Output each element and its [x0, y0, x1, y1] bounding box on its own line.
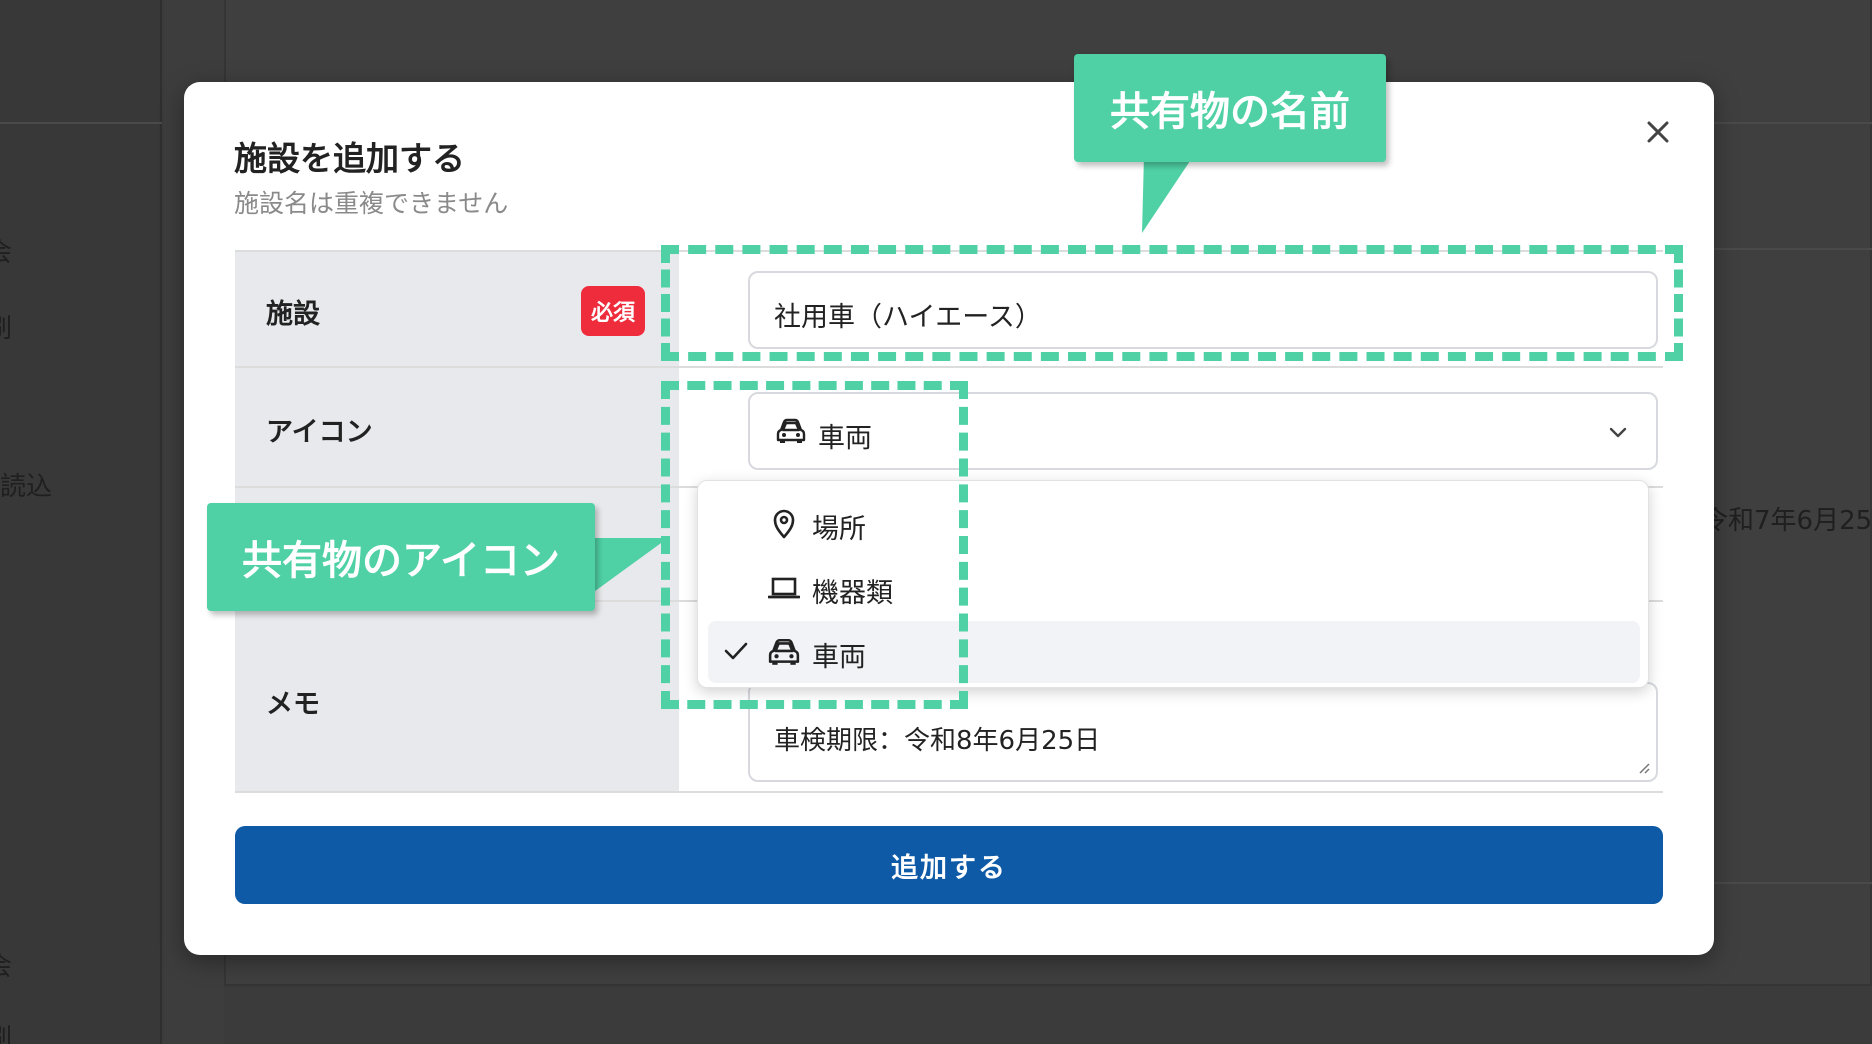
name-callout: 共有物の名前: [1074, 54, 1386, 162]
icon-label: アイコン: [266, 417, 373, 448]
background-sidebar-text: 刷: [0, 308, 12, 345]
background-divider: [0, 122, 162, 124]
chevron-down-icon: [1609, 427, 1627, 438]
name-highlight-box: [661, 245, 1683, 361]
close-icon: [1647, 121, 1669, 143]
memo-label: メモ: [266, 689, 320, 720]
background-sidebar-text: ロ読込: [0, 472, 53, 502]
resize-handle-icon[interactable]: [1636, 760, 1650, 774]
background-sidebar-text: 会: [0, 232, 12, 269]
background-sidebar-text: 会: [0, 946, 12, 983]
close-button[interactable]: [1640, 114, 1676, 150]
background-sidebar: [0, 0, 162, 1044]
name-callout-pointer: [1142, 155, 1194, 233]
memo-value: 車検期限：令和8年6月25日: [774, 726, 1101, 756]
background-date-text: 令和7年6月25日: [1702, 506, 1872, 536]
background-sidebar-text: 刷: [0, 1018, 12, 1044]
icon-callout: 共有物のアイコン: [207, 503, 595, 611]
row-divider: [235, 366, 1663, 368]
dialog-subtitle: 施設名は重複できません: [234, 189, 509, 218]
facility-label: 施設: [266, 299, 320, 330]
icon-highlight-box: [661, 381, 968, 709]
add-button[interactable]: 追加する: [235, 826, 1663, 904]
dialog-title: 施設を追加する: [234, 139, 465, 178]
required-badge: 必須: [581, 286, 645, 336]
